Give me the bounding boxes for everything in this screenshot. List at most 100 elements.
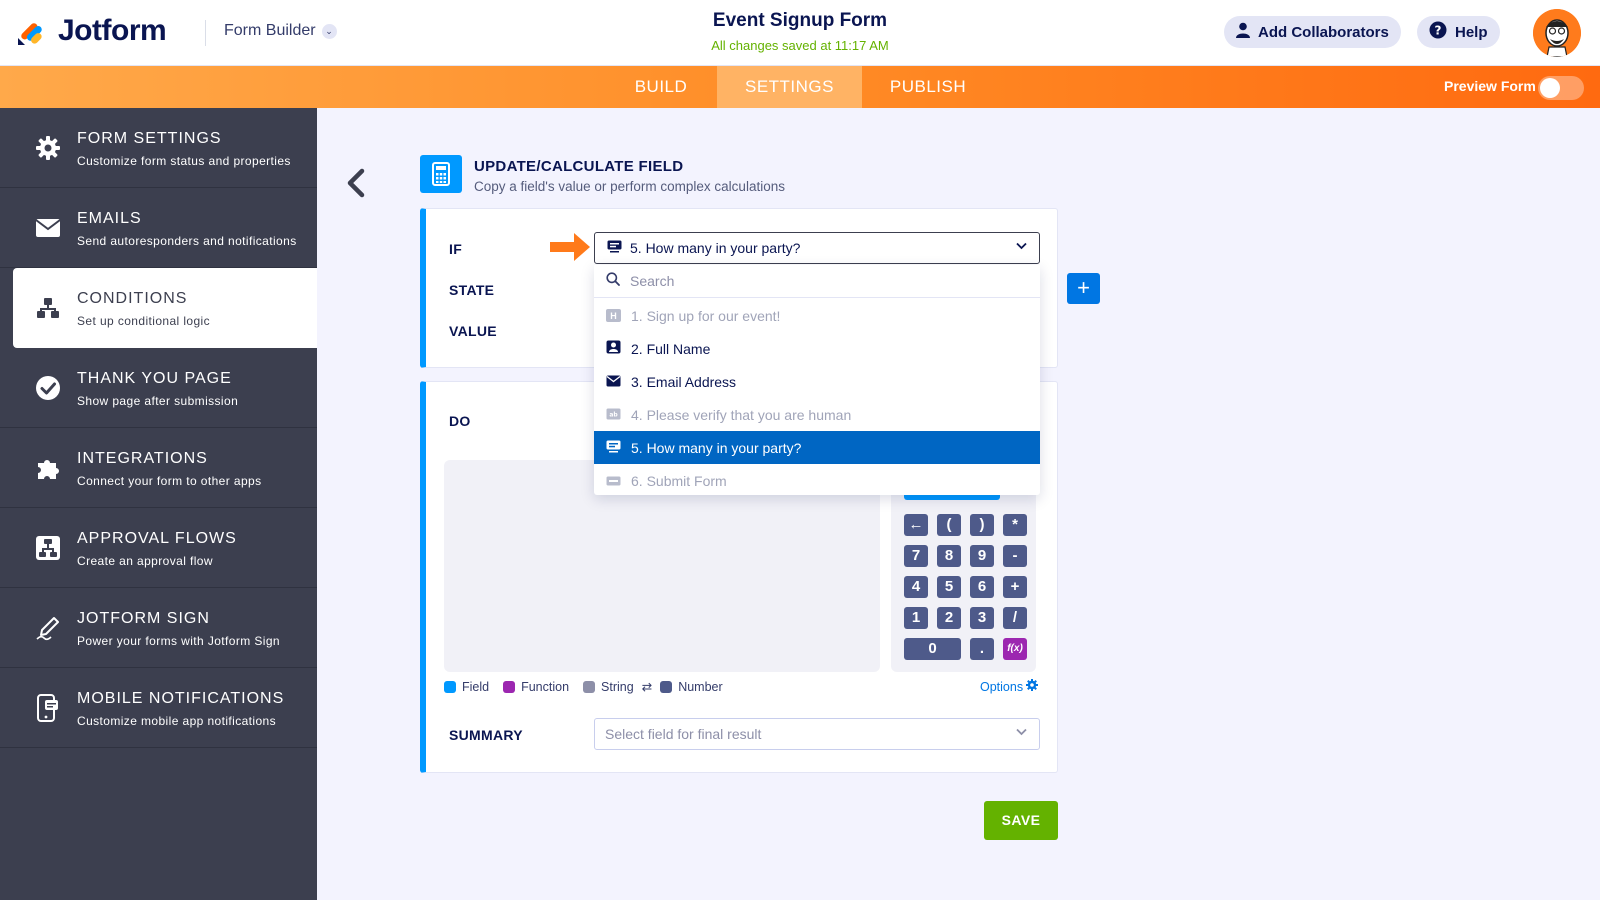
add-condition-button[interactable]: + bbox=[1067, 273, 1100, 304]
envelope-icon bbox=[606, 374, 621, 390]
key-backspace[interactable]: ← bbox=[904, 514, 928, 536]
dropdown-option-4[interactable]: ab 4. Please verify that you are human bbox=[594, 398, 1040, 431]
sidebar-item-subtitle: Set up conditional logic bbox=[77, 314, 211, 328]
sidebar-item-subtitle: Customize mobile app notifications bbox=[77, 714, 277, 728]
if-field-dropdown-menu: H 1. Sign up for our event! 2. Full Name… bbox=[594, 265, 1040, 495]
key-function[interactable]: f(x) bbox=[1003, 638, 1027, 660]
state-label: STATE bbox=[449, 282, 495, 298]
key-open-paren[interactable]: ( bbox=[937, 514, 961, 536]
sidebar-item-approval-flows[interactable]: APPROVAL FLOWS Create an approval flow bbox=[0, 508, 317, 588]
options-link[interactable]: Options bbox=[980, 679, 1039, 694]
tab-publish[interactable]: PUBLISH bbox=[880, 66, 976, 108]
number-field-icon bbox=[607, 240, 622, 256]
tab-settings[interactable]: SETTINGS bbox=[717, 66, 862, 108]
if-label: IF bbox=[449, 241, 463, 257]
dropdown-option-6[interactable]: 6. Submit Form bbox=[594, 464, 1040, 497]
svg-text:?: ? bbox=[1435, 24, 1442, 38]
help-icon: ? bbox=[1429, 21, 1447, 43]
dropdown-search bbox=[594, 265, 1040, 298]
key-5[interactable]: 5 bbox=[937, 576, 961, 598]
sidebar-item-subtitle: Show page after submission bbox=[77, 394, 239, 408]
add-collaborators-button[interactable]: Add Collaborators bbox=[1224, 16, 1401, 48]
back-arrow-icon[interactable] bbox=[345, 168, 367, 198]
dropdown-option-5[interactable]: 5. How many in your party? bbox=[594, 431, 1040, 464]
sidebar-item-subtitle: Customize form status and properties bbox=[77, 154, 291, 168]
dropdown-option-label: 6. Submit Form bbox=[631, 472, 727, 489]
legend-field-swatch bbox=[444, 680, 456, 693]
pen-icon bbox=[34, 614, 62, 642]
top-bar: Jotform Form Builder ⌄ Event Signup Form… bbox=[0, 0, 1600, 66]
key-close-paren[interactable]: ) bbox=[970, 514, 994, 536]
if-selected-value: 5. How many in your party? bbox=[630, 240, 801, 256]
sidebar-item-subtitle: Connect your form to other apps bbox=[77, 474, 262, 488]
key-9[interactable]: 9 bbox=[970, 545, 994, 567]
settings-sidebar: FORM SETTINGS Customize form status and … bbox=[0, 108, 317, 900]
key-divide[interactable]: / bbox=[1003, 607, 1027, 629]
legend-field-label: Field bbox=[462, 679, 490, 694]
key-2[interactable]: 2 bbox=[937, 607, 961, 629]
key-7[interactable]: 7 bbox=[904, 545, 928, 567]
save-button[interactable]: SAVE bbox=[984, 801, 1058, 840]
preview-form-toggle[interactable] bbox=[1538, 76, 1584, 100]
sidebar-item-title: EMAILS bbox=[77, 210, 142, 227]
calculation-legend: Field Function String ⇄ Number bbox=[444, 679, 737, 694]
help-button[interactable]: ? Help bbox=[1417, 16, 1500, 48]
legend-number: Number bbox=[660, 679, 723, 694]
user-icon bbox=[1236, 22, 1250, 42]
if-field-select[interactable]: 5. How many in your party? bbox=[594, 232, 1040, 264]
sidebar-item-form-settings[interactable]: FORM SETTINGS Customize form status and … bbox=[0, 108, 317, 188]
svg-text:ab: ab bbox=[609, 411, 618, 418]
preview-form-label: Preview Form bbox=[1444, 78, 1536, 94]
chevron-down-icon bbox=[1016, 727, 1027, 739]
dropdown-option-2[interactable]: 2. Full Name bbox=[594, 332, 1040, 365]
dropdown-search-input[interactable] bbox=[630, 273, 1010, 289]
summary-field-select[interactable]: Select field for final result bbox=[594, 718, 1040, 750]
avatar[interactable] bbox=[1533, 9, 1581, 57]
person-icon bbox=[606, 340, 621, 357]
key-1[interactable]: 1 bbox=[904, 607, 928, 629]
form-builder-label: Form Builder bbox=[224, 22, 316, 39]
key-decimal[interactable]: . bbox=[970, 638, 994, 660]
legend-number-label: Number bbox=[678, 679, 723, 694]
key-8[interactable]: 8 bbox=[937, 545, 961, 567]
options-label: Options bbox=[980, 679, 1024, 694]
sidebar-item-thank-you-page[interactable]: THANK YOU PAGE Show page after submissio… bbox=[0, 348, 317, 428]
legend-field: Field bbox=[444, 680, 489, 694]
sidebar-item-integrations[interactable]: INTEGRATIONS Connect your form to other … bbox=[0, 428, 317, 508]
dropdown-option-1[interactable]: H 1. Sign up for our event! bbox=[594, 299, 1040, 332]
key-multiply[interactable]: * bbox=[1003, 514, 1027, 536]
dropdown-option-label: 1. Sign up for our event! bbox=[631, 307, 781, 324]
flow-icon bbox=[34, 534, 62, 562]
key-6[interactable]: 6 bbox=[970, 576, 994, 598]
legend-function-swatch bbox=[503, 680, 516, 693]
dropdown-option-label: 5. How many in your party? bbox=[631, 439, 802, 456]
jotform-logo-icon bbox=[16, 15, 48, 47]
jotform-logo[interactable]: Jotform bbox=[16, 14, 167, 48]
search-icon bbox=[606, 271, 620, 291]
key-plus[interactable]: + bbox=[1003, 576, 1027, 598]
sidebar-item-jotform-sign[interactable]: JOTFORM SIGN Power your forms with Jotfo… bbox=[0, 588, 317, 668]
sidebar-item-emails[interactable]: EMAILS Send autoresponders and notificat… bbox=[0, 188, 317, 268]
summary-label: SUMMARY bbox=[449, 727, 523, 743]
calculator-icon bbox=[420, 155, 462, 193]
legend-string-swatch bbox=[583, 680, 596, 693]
chevron-down-icon bbox=[1016, 241, 1027, 253]
check-circle-icon bbox=[34, 374, 62, 402]
sidebar-item-title: MOBILE NOTIFICATIONS bbox=[77, 690, 285, 707]
key-3[interactable]: 3 bbox=[970, 607, 994, 629]
header-divider bbox=[205, 20, 206, 46]
key-4[interactable]: 4 bbox=[904, 576, 928, 598]
form-builder-dropdown[interactable]: Form Builder ⌄ bbox=[224, 22, 337, 40]
key-0[interactable]: 0 bbox=[904, 638, 961, 660]
key-minus[interactable]: - bbox=[1003, 545, 1027, 567]
tab-build[interactable]: BUILD bbox=[625, 66, 697, 108]
sidebar-item-conditions[interactable]: CONDITIONS Set up conditional logic bbox=[13, 268, 317, 348]
help-label: Help bbox=[1455, 23, 1488, 41]
settings-navbar: BUILD SETTINGS PUBLISH Preview Form bbox=[0, 66, 1600, 108]
sidebar-item-mobile-notifications[interactable]: MOBILE NOTIFICATIONS Customize mobile ap… bbox=[0, 668, 317, 748]
submit-icon bbox=[606, 473, 621, 489]
summary-placeholder: Select field for final result bbox=[605, 726, 762, 742]
dropdown-option-3[interactable]: 3. Email Address bbox=[594, 365, 1040, 398]
swap-icon[interactable]: ⇄ bbox=[642, 679, 652, 694]
dropdown-option-label: 2. Full Name bbox=[631, 340, 711, 357]
